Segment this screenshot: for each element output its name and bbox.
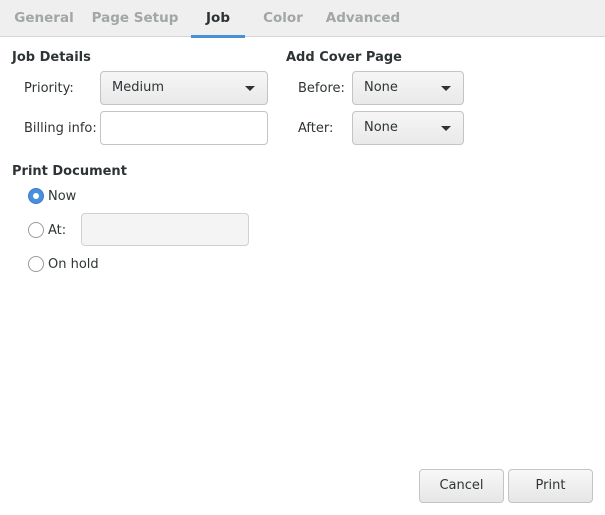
chevron-down-icon <box>441 126 451 131</box>
chevron-down-icon <box>441 86 451 91</box>
tab-bar: General Page Setup Job Color Advanced <box>0 0 605 38</box>
cover-after-value: None <box>364 120 398 135</box>
radio-now-label[interactable]: Now <box>48 189 76 204</box>
job-details-heading: Job Details <box>12 50 91 65</box>
radio-on-hold[interactable] <box>28 256 44 272</box>
cover-before-value: None <box>364 80 398 95</box>
radio-at[interactable] <box>28 222 44 238</box>
radio-at-label[interactable]: At: <box>48 223 66 238</box>
tab-general[interactable]: General <box>8 0 80 37</box>
billing-info-label: Billing info: <box>24 121 97 136</box>
cancel-button[interactable]: Cancel <box>419 469 504 503</box>
tab-page-setup[interactable]: Page Setup <box>90 0 180 37</box>
before-label: Before: <box>298 81 345 96</box>
tab-job[interactable]: Job <box>191 0 245 38</box>
print-document-heading: Print Document <box>12 164 127 179</box>
cover-before-combo[interactable]: None <box>352 71 464 105</box>
billing-info-input[interactable] <box>100 111 268 145</box>
after-label: After: <box>298 121 334 136</box>
print-button[interactable]: Print <box>508 469 593 503</box>
priority-label: Priority: <box>24 81 74 96</box>
radio-on-hold-label[interactable]: On hold <box>48 257 99 272</box>
radio-now[interactable] <box>28 188 44 204</box>
tab-color[interactable]: Color <box>255 0 311 37</box>
cover-page-heading: Add Cover Page <box>286 50 402 65</box>
priority-value: Medium <box>112 80 164 95</box>
cover-after-combo[interactable]: None <box>352 111 464 145</box>
tab-advanced[interactable]: Advanced <box>321 0 405 37</box>
chevron-down-icon <box>245 86 255 91</box>
at-time-input <box>81 213 249 246</box>
priority-combo[interactable]: Medium <box>100 71 268 105</box>
